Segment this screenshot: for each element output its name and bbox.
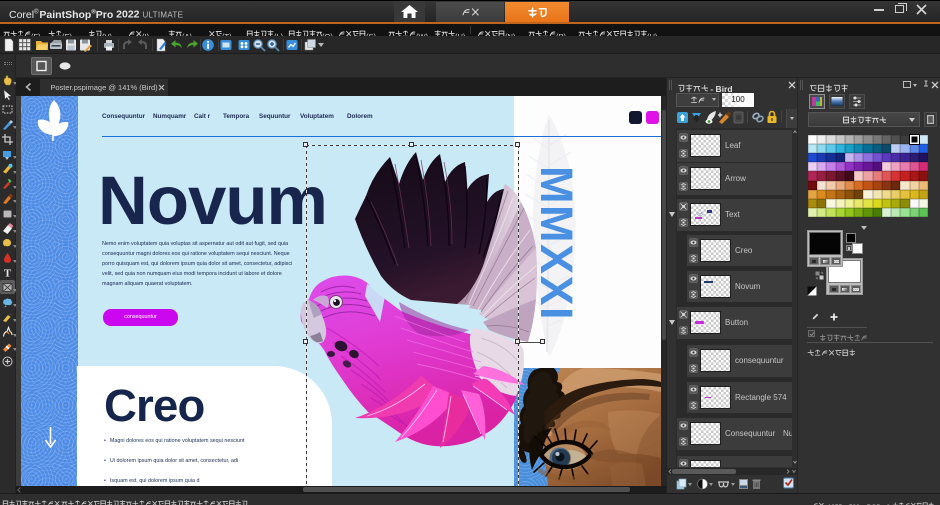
- svg-text:T: T: [3, 267, 11, 278]
